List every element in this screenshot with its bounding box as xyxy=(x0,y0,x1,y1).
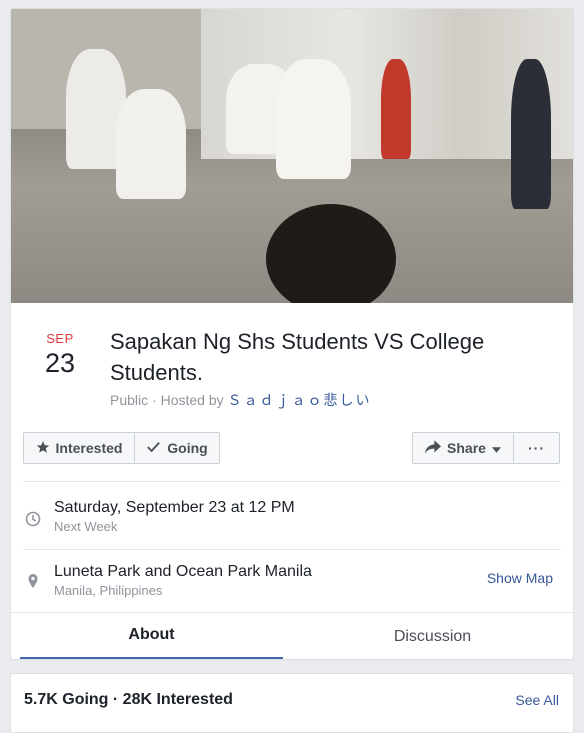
event-host-link[interactable]: Ｓａｄｊａｏ悲しい xyxy=(228,392,372,408)
caret-down-icon xyxy=(491,440,501,456)
event-tabs: About Discussion xyxy=(11,612,573,659)
cover-photo-head xyxy=(266,204,396,303)
check-icon xyxy=(146,439,161,457)
clock-icon xyxy=(25,511,41,527)
cover-photo-person xyxy=(116,89,186,199)
event-date-badge: SEP 23 xyxy=(33,331,87,379)
section-divider xyxy=(23,481,561,482)
star-icon xyxy=(36,440,50,457)
event-card: SEP 23 Sapakan Ng Shs Students VS Colleg… xyxy=(10,8,574,660)
map-pin-icon xyxy=(25,573,41,589)
event-hosted-by-label: · Hosted by xyxy=(152,392,224,408)
event-cover-photo[interactable] xyxy=(11,9,573,303)
event-location-city: Manila, Philippines xyxy=(54,583,163,598)
cover-photo-person xyxy=(381,59,411,159)
event-date-month: SEP xyxy=(46,331,74,346)
section-divider xyxy=(23,549,561,550)
going-button[interactable]: Going xyxy=(134,432,220,464)
event-time-relative: Next Week xyxy=(54,519,118,534)
attendance-summary[interactable]: 5.7K Going · 28K Interested xyxy=(24,691,233,709)
tab-discussion[interactable]: Discussion xyxy=(301,613,564,659)
going-label: Going xyxy=(167,440,208,456)
interested-button[interactable]: Interested xyxy=(23,432,135,464)
cover-photo-person xyxy=(276,59,351,179)
event-meta: Public · Hosted by Ｓａｄｊａｏ悲しい xyxy=(110,390,372,410)
event-time[interactable]: Saturday, September 23 at 12 PM xyxy=(54,499,295,517)
show-map-link[interactable]: Show Map xyxy=(487,570,553,586)
interested-label: Interested xyxy=(55,440,123,456)
cover-photo-person xyxy=(511,59,551,209)
event-date-day: 23 xyxy=(44,348,76,378)
see-all-link[interactable]: See All xyxy=(515,692,559,708)
share-button[interactable]: Share xyxy=(412,432,514,464)
event-visibility: Public xyxy=(110,392,149,408)
event-location[interactable]: Luneta Park and Ocean Park Manila xyxy=(54,563,312,581)
more-options-button[interactable]: ··· xyxy=(513,432,560,464)
share-label: Share xyxy=(447,440,486,456)
tab-about[interactable]: About xyxy=(20,613,283,659)
attendance-card: 5.7K Going · 28K Interested See All xyxy=(10,673,574,733)
event-title: Sapakan Ng Shs Students VS College Stude… xyxy=(110,329,485,385)
share-arrow-icon xyxy=(425,439,442,457)
